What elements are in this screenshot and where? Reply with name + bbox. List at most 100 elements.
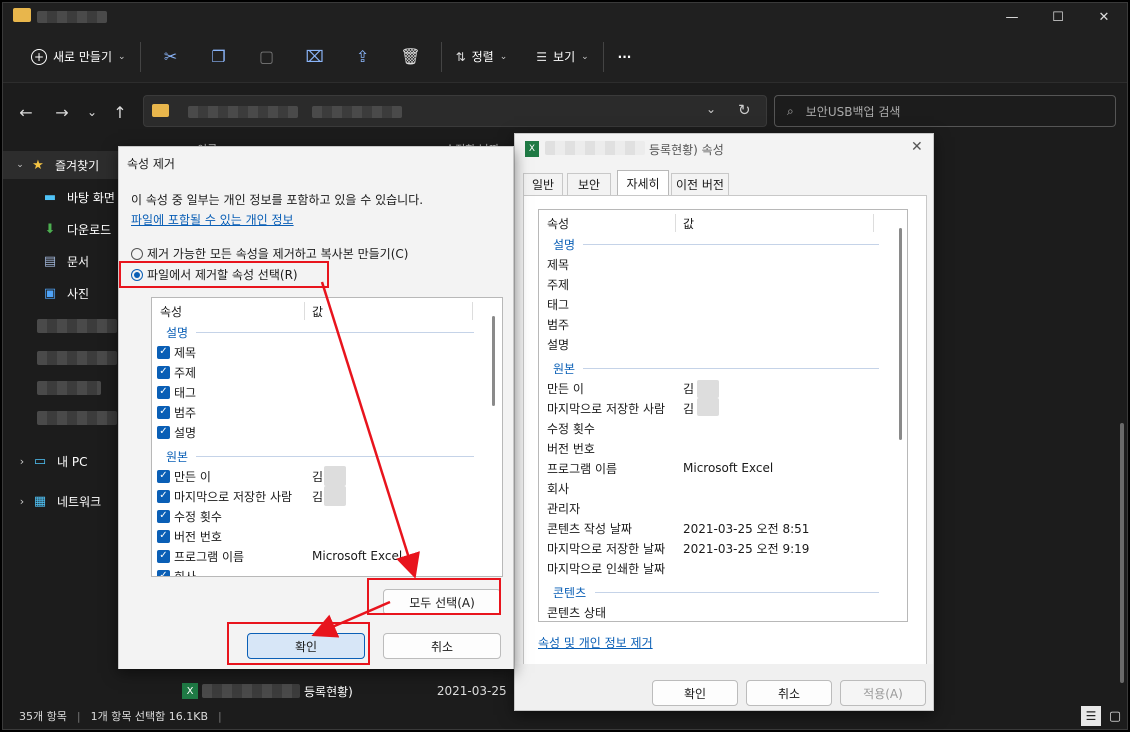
- more-button[interactable]: ···: [610, 40, 640, 74]
- property-value: 2021-03-25 오전 8:51: [683, 521, 810, 536]
- list-item[interactable]: ✓ 수정 횟수: [152, 506, 502, 526]
- checkbox-checked-icon[interactable]: ✓: [157, 425, 170, 439]
- sort-button[interactable]: ⇅ 정렬 ⌄: [448, 40, 516, 74]
- ok-button[interactable]: 확인: [652, 680, 738, 706]
- sidebar-item-blurred[interactable]: [37, 351, 117, 365]
- close-icon[interactable]: ✕: [1081, 3, 1127, 31]
- back-arrow-icon[interactable]: ←: [13, 99, 39, 125]
- column-property-header[interactable]: 속성: [160, 303, 182, 320]
- delete-icon[interactable]: 🗑: [387, 40, 435, 74]
- checkbox-checked-icon[interactable]: ✓: [157, 529, 170, 543]
- list-item[interactable]: 관리자: [539, 498, 907, 518]
- tab-security[interactable]: 보안: [567, 173, 611, 195]
- column-property-header[interactable]: 속성: [547, 215, 569, 232]
- main-scrollbar[interactable]: [1120, 423, 1124, 683]
- list-item[interactable]: 마지막으로 저장한 사람 김: [539, 398, 907, 418]
- rename-icon[interactable]: ⌧: [291, 40, 339, 74]
- list-item[interactable]: 제목: [539, 254, 907, 274]
- file-row[interactable]: X 등록현황) 2021-03-25: [168, 679, 518, 703]
- tab-details[interactable]: 자세히: [617, 170, 669, 196]
- download-icon: ⬇: [44, 221, 56, 237]
- new-button[interactable]: + 새로 만들기 ⌄: [23, 40, 134, 74]
- cancel-button[interactable]: 취소: [383, 633, 501, 659]
- list-item[interactable]: ✓ 범주: [152, 402, 502, 422]
- cancel-button[interactable]: 취소: [746, 680, 832, 706]
- list-item[interactable]: ✓ 마지막으로 저장한 사람 김: [152, 486, 502, 506]
- checkbox-checked-icon[interactable]: ✓: [157, 509, 170, 523]
- copy-icon[interactable]: ❐: [195, 40, 243, 74]
- cancel-label: 취소: [430, 639, 454, 654]
- list-item[interactable]: 수정 횟수: [539, 418, 907, 438]
- sidebar-item-blurred[interactable]: [37, 411, 117, 425]
- list-item[interactable]: ✓ 설명: [152, 422, 502, 442]
- list-item[interactable]: 태그: [539, 294, 907, 314]
- list-item[interactable]: ✓ 회사: [152, 566, 502, 576]
- group-divider: [583, 368, 879, 369]
- details-property-list: 속성 값 설명 제목 주제 태그 범주 설명 원본 만든 이김 마지막으로 저장…: [538, 209, 908, 622]
- column-divider: [873, 214, 874, 232]
- radio-unselected-icon: [131, 247, 143, 260]
- checkbox-checked-icon[interactable]: ✓: [157, 489, 170, 503]
- tab-general[interactable]: 일반: [523, 173, 563, 195]
- property-label: 제목: [174, 345, 197, 360]
- list-item[interactable]: 주제: [539, 274, 907, 294]
- list-item[interactable]: ✓ 버전 번호: [152, 526, 502, 546]
- chevron-right-icon: ›: [19, 494, 25, 508]
- property-label: 설명: [174, 425, 197, 440]
- share-icon[interactable]: ⇪: [339, 40, 387, 74]
- close-icon[interactable]: ✕: [911, 139, 923, 155]
- list-item[interactable]: ✓ 주제: [152, 362, 502, 382]
- forward-arrow-icon[interactable]: →: [49, 99, 75, 125]
- search-field[interactable]: ⌕ 보안USB백업 검색: [774, 95, 1116, 127]
- view-button[interactable]: ☰ 보기 ⌄: [528, 40, 596, 74]
- checkbox-checked-icon[interactable]: ✓: [157, 549, 170, 563]
- property-label: 마지막으로 저장한 사람: [547, 401, 666, 416]
- maximize-icon[interactable]: ☐: [1035, 3, 1081, 31]
- list-scrollbar[interactable]: [492, 316, 495, 406]
- list-item[interactable]: 만든 이 김: [539, 378, 907, 398]
- list-item[interactable]: 버전 번호: [539, 438, 907, 458]
- up-arrow-icon[interactable]: ↑: [107, 99, 133, 125]
- privacy-info-link[interactable]: 파일에 포함될 수 있는 개인 정보: [131, 211, 294, 228]
- chevron-right-icon: ›: [19, 454, 25, 468]
- sidebar-item-label: 다운로드: [67, 222, 112, 237]
- checkbox-checked-icon[interactable]: ✓: [157, 405, 170, 419]
- paste-icon[interactable]: ▢: [243, 40, 291, 74]
- option-make-copy[interactable]: 제거 가능한 모든 속성을 제거하고 복사본 만들기(C): [131, 245, 408, 262]
- address-path-blurred: [312, 106, 402, 118]
- remove-properties-link[interactable]: 속성 및 개인 정보 제거: [538, 634, 653, 651]
- tab-previous-versions[interactable]: 이전 버전: [671, 173, 729, 195]
- sidebar-item-blurred[interactable]: [37, 319, 117, 333]
- list-item[interactable]: 마지막으로 저장한 날짜 2021-03-25 오전 9:19: [539, 538, 907, 558]
- details-view-icon[interactable]: ☰: [1081, 706, 1101, 726]
- sidebar-item-blurred[interactable]: [37, 381, 101, 395]
- checkbox-checked-icon[interactable]: ✓: [157, 365, 170, 379]
- list-item[interactable]: 콘텐츠 상태: [539, 602, 907, 621]
- minimize-icon[interactable]: —: [989, 3, 1035, 31]
- property-value: 2021-03-25 오전 9:19: [683, 541, 810, 556]
- list-item[interactable]: 범주: [539, 314, 907, 334]
- checkbox-checked-icon[interactable]: ✓: [157, 469, 170, 483]
- cut-icon[interactable]: ✂: [147, 40, 195, 74]
- list-scrollbar[interactable]: [899, 228, 902, 440]
- checkbox-checked-icon[interactable]: ✓: [157, 345, 170, 359]
- list-item[interactable]: 콘텐츠 작성 날짜 2021-03-25 오전 8:51: [539, 518, 907, 538]
- list-item[interactable]: ✓ 프로그램 이름 Microsoft Excel: [152, 546, 502, 566]
- list-item[interactable]: 프로그램 이름 Microsoft Excel: [539, 458, 907, 478]
- checkbox-checked-icon[interactable]: ✓: [157, 385, 170, 399]
- list-item[interactable]: 마지막으로 인쇄한 날짜: [539, 558, 907, 578]
- refresh-icon[interactable]: ↻: [738, 101, 751, 119]
- column-value-header[interactable]: 값: [683, 215, 694, 232]
- list-item[interactable]: 설명: [539, 334, 907, 354]
- apply-button[interactable]: 적용(A): [840, 680, 926, 706]
- recent-chevron-icon[interactable]: ⌄: [79, 99, 105, 125]
- column-value-header[interactable]: 값: [312, 303, 323, 320]
- checkbox-checked-icon[interactable]: ✓: [157, 569, 170, 576]
- list-item[interactable]: ✓ 만든 이 김: [152, 466, 502, 486]
- list-item[interactable]: ✓ 태그: [152, 382, 502, 402]
- list-item[interactable]: ✓ 제목: [152, 342, 502, 362]
- chevron-down-icon[interactable]: ⌄: [706, 102, 716, 116]
- tiles-view-icon[interactable]: ▢: [1105, 706, 1125, 726]
- address-path-field[interactable]: ⌄ ↻: [143, 95, 767, 127]
- list-item[interactable]: 회사: [539, 478, 907, 498]
